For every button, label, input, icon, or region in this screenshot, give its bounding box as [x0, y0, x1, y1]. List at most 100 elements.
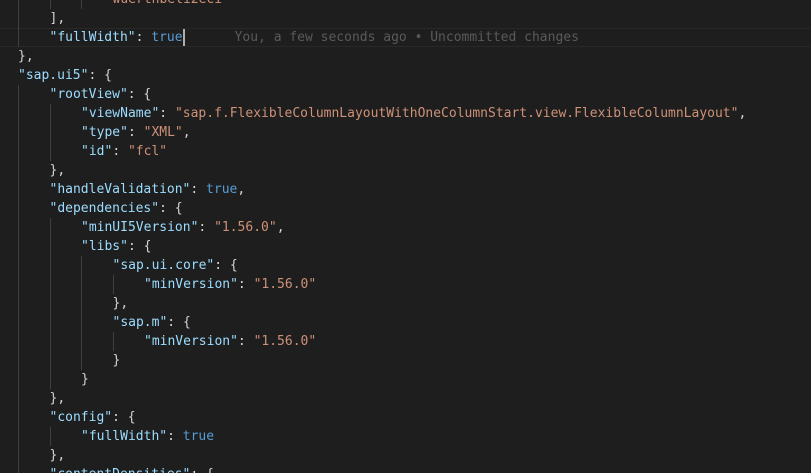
- code-line[interactable]: "minVersion": "1.56.0": [0, 332, 811, 351]
- code-token-key: "config": [49, 410, 113, 425]
- indent-guide: [18, 123, 19, 142]
- code-line[interactable]: "minUI5Version": "1.56.0",: [0, 218, 811, 237]
- indent-guide: [18, 427, 19, 446]
- code-line[interactable]: "sap.m": {: [0, 313, 811, 332]
- indent-guide: [18, 9, 19, 28]
- indent-guide: [18, 0, 19, 9]
- code-token-punc: :: [135, 30, 152, 45]
- indent-guide: [49, 237, 51, 256]
- code-token-punc: },: [112, 296, 129, 311]
- indent-guide: [18, 446, 19, 465]
- code-token-key: "sap.ui5": [18, 68, 89, 83]
- code-line[interactable]: "config": {: [0, 408, 811, 427]
- code-line[interactable]: "minVersion": "1.56.0": [0, 275, 811, 294]
- indent-guide: [18, 294, 19, 313]
- code-token-punc: : {: [88, 68, 112, 83]
- indent-guide: [18, 370, 19, 389]
- code-token-punc: ,: [738, 106, 747, 121]
- indent-guide: [81, 313, 82, 332]
- code-line[interactable]: "fullWidth": true: [0, 427, 811, 446]
- code-line[interactable]: "type": "XML",: [0, 123, 811, 142]
- code-line[interactable]: "fullWidth": true You, a few seconds ago …: [0, 28, 811, 47]
- code-line[interactable]: },: [0, 161, 811, 180]
- code-text: "id": "fcl": [81, 142, 167, 161]
- indent-guide: [49, 256, 51, 275]
- code-token-punc: : {: [167, 315, 191, 330]
- code-line[interactable]: "dependencies": {: [0, 199, 811, 218]
- code-text: "sap.ui.core": {: [113, 256, 238, 275]
- code-text: "sap.m": {: [113, 313, 191, 332]
- code-line[interactable]: }: [0, 370, 811, 389]
- code-token-punc: },: [18, 49, 34, 64]
- code-line[interactable]: "sap.ui5": {: [0, 66, 811, 85]
- code-token-punc: :: [237, 277, 254, 292]
- code-line[interactable]: },: [0, 389, 811, 408]
- code-text: wuerthbeli2eci: [113, 0, 223, 9]
- code-token-key: "handleValidation": [49, 182, 191, 197]
- code-token-punc: : {: [112, 410, 136, 425]
- indent-guide: [18, 256, 19, 275]
- code-line[interactable]: ],: [0, 9, 811, 28]
- indent-guide: [18, 104, 19, 123]
- code-token-punc: : {: [159, 201, 183, 216]
- indent-guide: [18, 85, 19, 104]
- code-text: },: [50, 446, 66, 465]
- indent-guide: [49, 427, 51, 446]
- code-editor[interactable]: wuerthbeli2eci], "fullWidth": true You, a …: [0, 0, 811, 473]
- indent-guide: [18, 28, 19, 47]
- indent-guide: [49, 123, 51, 142]
- code-token-punc: : {: [214, 258, 238, 273]
- code-text: "contentDensities": {: [50, 465, 214, 473]
- code-text: "handleValidation": true,: [50, 180, 246, 199]
- code-token-punc: ],: [49, 11, 66, 26]
- code-token-punc: : {: [127, 87, 152, 102]
- code-line[interactable]: "contentDensities": {: [0, 465, 811, 473]
- indent-guide: [112, 275, 114, 294]
- indent-guide: [49, 0, 51, 9]
- code-line[interactable]: "sap.ui.core": {: [0, 256, 811, 275]
- indent-guide: [81, 332, 82, 351]
- code-line[interactable]: },: [0, 47, 811, 66]
- code-token-punc: ,: [276, 220, 285, 235]
- indent-guide: [49, 351, 51, 370]
- code-line[interactable]: "handleValidation": true,: [0, 180, 811, 199]
- code-text: "dependencies": {: [50, 199, 183, 218]
- code-token-key: "rootView": [49, 87, 128, 102]
- code-token-bool: true: [182, 429, 215, 444]
- code-token-str: "1.56.0": [214, 220, 277, 235]
- code-text: "minUI5Version": "1.56.0",: [81, 218, 285, 237]
- code-token-bool: true: [151, 30, 183, 45]
- code-token-key: "sap.ui.core": [112, 258, 215, 273]
- code-line[interactable]: "rootView": {: [0, 85, 811, 104]
- code-token-punc: },: [49, 163, 66, 178]
- code-line[interactable]: "id": "fcl": [0, 142, 811, 161]
- code-line[interactable]: "libs": {: [0, 237, 811, 256]
- code-line[interactable]: },: [0, 294, 811, 313]
- code-text: }: [113, 351, 121, 370]
- code-line[interactable]: wuerthbeli2eci: [0, 0, 811, 9]
- code-lines: wuerthbeli2eci], "fullWidth": true You, a …: [0, 0, 811, 473]
- code-token-key: "dependencies": [49, 201, 160, 216]
- indent-guide: [49, 218, 51, 237]
- code-line[interactable]: "viewName": "sap.f.FlexibleColumnLayoutW…: [0, 104, 811, 123]
- code-text: ],: [50, 9, 66, 28]
- code-token-punc: : {: [190, 467, 213, 473]
- code-token-punc: :: [198, 220, 215, 235]
- code-text: },: [50, 389, 66, 408]
- code-text: "sap.ui5": {: [18, 66, 112, 85]
- indent-guide: [49, 275, 51, 294]
- code-line[interactable]: },: [0, 446, 811, 465]
- code-token-punc: :: [167, 429, 183, 444]
- indent-guide: [81, 294, 82, 313]
- code-token-punc: },: [49, 391, 66, 406]
- indent-guide: [18, 237, 19, 256]
- code-line[interactable]: }: [0, 351, 811, 370]
- code-text: "minVersion": "1.56.0": [144, 275, 316, 294]
- code-token-key: "id": [81, 144, 113, 159]
- indent-guide: [18, 408, 19, 427]
- code-text: "rootView": {: [50, 85, 152, 104]
- code-token-str: wuerthbeli2eci: [113, 0, 223, 7]
- indent-guide: [18, 313, 19, 332]
- code-text: "type": "XML",: [81, 123, 191, 142]
- code-text: }: [81, 370, 89, 389]
